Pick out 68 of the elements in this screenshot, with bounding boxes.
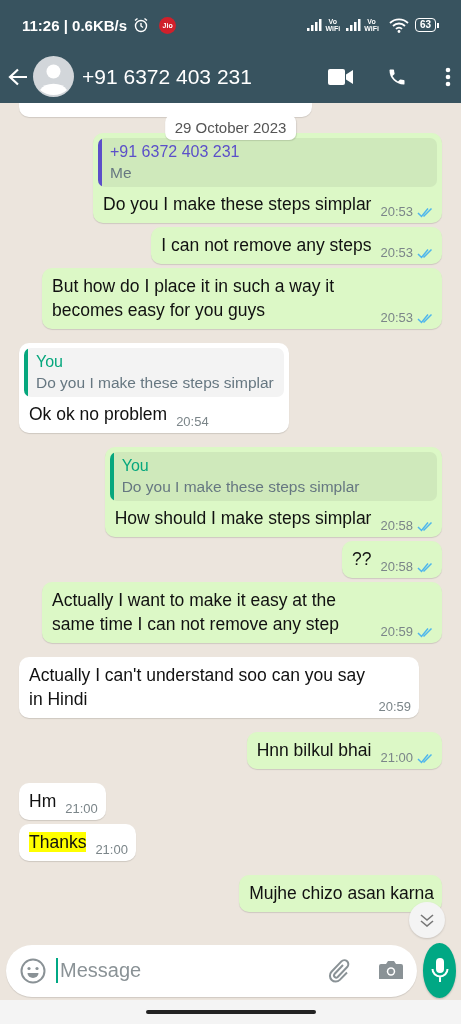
message-time: 20:53 [380, 245, 413, 261]
message-time: 20:58 [380, 559, 413, 575]
quote-author: +91 6372 403 231 [110, 142, 241, 162]
message-bubble[interactable]: Hnn bilkul bhai 21:00 [246, 732, 442, 769]
back-arrow-icon [8, 67, 28, 86]
message-text: ?? [352, 549, 372, 569]
message-bubble[interactable]: You Do you I make these steps simplar Ok ok no problem 20:54 [19, 343, 289, 433]
message-time: 21:00 [380, 750, 413, 766]
quote-text: Do you I make these steps simplar [36, 373, 274, 393]
wifi-icon [388, 17, 409, 33]
message-text: Hm [29, 791, 57, 811]
message-bubble[interactable]: But how do I place it in such a way it becomes easy for you guys 20:53 [42, 268, 442, 329]
message-text: How should I make steps simplar [114, 508, 372, 528]
message-time: 20:54 [176, 414, 209, 430]
message-text: Do you I make these steps simplar [103, 194, 372, 214]
emoji-icon[interactable] [20, 957, 46, 984]
message-text: Ok ok no problem [29, 404, 168, 424]
message-bubble[interactable]: Hm 21:00 [19, 783, 106, 820]
message-text: Hnn bilkul bhai [256, 740, 372, 760]
message-time: 21:00 [65, 801, 98, 817]
message-field[interactable]: Message [56, 958, 327, 983]
quoted-message[interactable]: +91 6372 403 231 Me [98, 138, 437, 187]
message-bubble[interactable]: Actually I can't understand soo can you say in Hindi 20:59 [19, 657, 419, 718]
message-time: 20:59 [380, 624, 413, 640]
more-vertical-icon [445, 66, 451, 87]
paperclip-icon[interactable] [327, 957, 351, 984]
home-indicator[interactable] [145, 1010, 316, 1014]
message-time: 21:00 [95, 842, 128, 858]
back-button[interactable] [8, 67, 28, 86]
message-bubble[interactable]: +91 6372 403 231 Me Do you I make these steps simplar 20:53 [93, 133, 442, 223]
camera-icon[interactable] [379, 960, 403, 981]
message-bubble[interactable]: ?? 20:58 [342, 541, 442, 578]
message-text: Mujhe chizo asan karna [249, 883, 434, 903]
video-camera-icon [328, 68, 353, 85]
message-text: But how do I place it in such a way it becomes easy for you guys [52, 276, 335, 320]
video-call-button[interactable] [328, 68, 353, 85]
message-bubble[interactable]: Mujhe chizo asan karna [239, 875, 442, 912]
scroll-down-button[interactable] [409, 902, 445, 938]
date-chip: 29 October 2023 [164, 115, 297, 140]
quoted-message[interactable]: You Do you I make these steps simplar [109, 452, 437, 501]
message-text: Thanks [29, 832, 87, 852]
quoted-message[interactable]: You Do you I make these steps simplar [24, 348, 284, 397]
signal-icon [346, 19, 363, 31]
message-time: 20:58 [380, 518, 413, 534]
signal-icon [307, 19, 324, 31]
microphone-icon [430, 958, 449, 983]
quote-text: Me [110, 163, 133, 183]
double-chevron-down-icon [420, 913, 434, 927]
quote-text: Do you I make these steps simplar [121, 477, 361, 497]
message-bubble[interactable]: Actually I want to make it easy at the same time I can not remove any step 20:59 [42, 582, 442, 643]
status-time: 11:26 | 0.6KB/s [22, 16, 128, 34]
message-time: 20:53 [380, 310, 413, 326]
more-options-button[interactable] [445, 66, 451, 87]
message-bubble[interactable]: I can not remove any steps 20:53 [151, 227, 442, 264]
message-bubble[interactable]: You Do you I make these steps simplar How should I make steps simplar 20:58 [104, 447, 442, 537]
voice-message-button[interactable] [423, 943, 456, 998]
message-text: Actually I want to make it easy at the same time I can not remove any step [52, 590, 339, 634]
message-time: 20:59 [378, 699, 411, 715]
battery-icon: 63 [414, 18, 439, 32]
alarm-icon [133, 17, 150, 33]
message-text: I can not remove any steps [161, 235, 372, 255]
quote-author: You [36, 352, 64, 372]
avatar-icon[interactable] [33, 56, 74, 97]
message-text: Actually I can't understand soo can you say in Hindi [29, 665, 366, 709]
message-input-bar[interactable]: Message [6, 944, 417, 997]
message-bubble[interactable]: Thanks 21:00 [19, 824, 136, 861]
message-time: 20:53 [380, 204, 413, 220]
quote-author: You [121, 456, 150, 476]
